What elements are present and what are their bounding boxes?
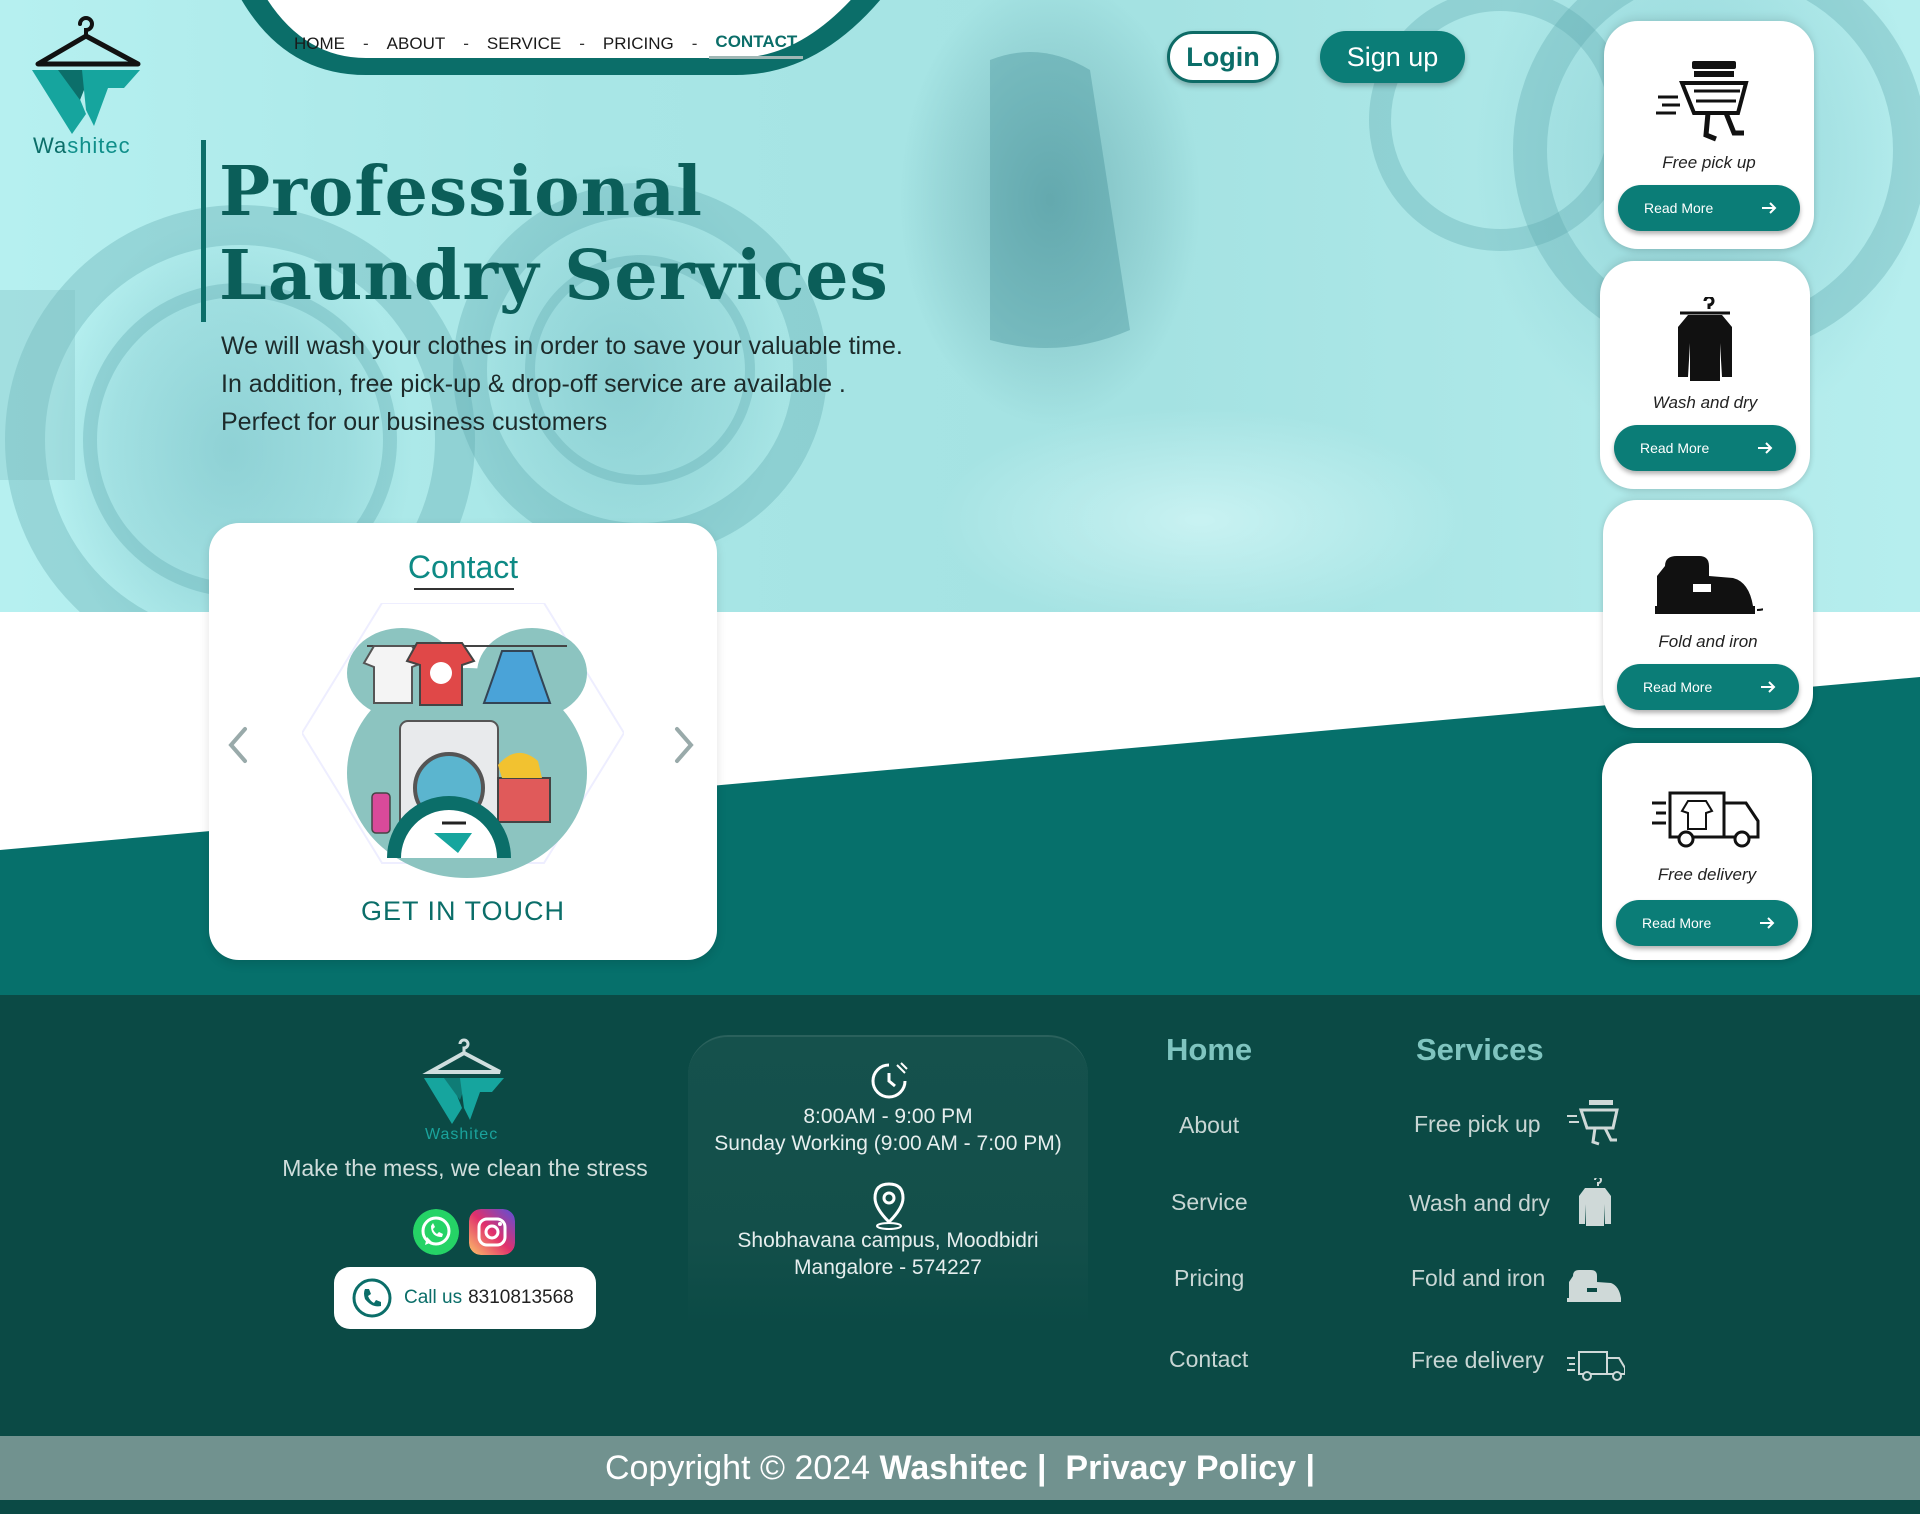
shopping-cart-runner-icon bbox=[1656, 61, 1749, 142]
nav-separator: - bbox=[579, 33, 585, 53]
location-pin-icon bbox=[873, 1182, 905, 1230]
footer-link-contact[interactable]: Contact bbox=[1169, 1346, 1248, 1373]
read-more-label: Read More bbox=[1642, 915, 1712, 931]
hours-line: Sunday Working (9:00 AM - 7:00 PM) bbox=[714, 1132, 1062, 1155]
nav-separator: - bbox=[363, 33, 369, 53]
call-us-label: Call us bbox=[404, 1287, 463, 1308]
read-more-button[interactable]: Read More bbox=[1617, 664, 1799, 710]
contact-title-underline bbox=[414, 588, 514, 590]
iron-icon bbox=[1567, 1270, 1621, 1302]
service-label: Wash and dry bbox=[1652, 393, 1758, 412]
bottom-strip bbox=[0, 1500, 1920, 1514]
call-us-number: 8310813568 bbox=[468, 1287, 574, 1308]
login-button[interactable]: Login bbox=[1167, 31, 1279, 83]
laundry-illustration bbox=[302, 603, 624, 878]
shopping-cart-runner-icon bbox=[1567, 1100, 1619, 1146]
address-line: Shobhavana campus, Moodbidri bbox=[737, 1229, 1039, 1252]
contact-card-title[interactable]: Contact bbox=[209, 549, 717, 586]
read-more-button[interactable]: Read More bbox=[1616, 900, 1798, 946]
service-card-free-delivery: Free delivery Read More bbox=[1602, 743, 1812, 960]
whatsapp-icon[interactable] bbox=[413, 1209, 459, 1255]
hero-intro-line: In addition, free pick-up & drop-off ser… bbox=[221, 370, 846, 398]
read-more-button[interactable]: Read More bbox=[1618, 185, 1800, 231]
privacy-policy-link[interactable]: Privacy Policy bbox=[1065, 1449, 1296, 1488]
phone-icon bbox=[352, 1278, 392, 1318]
copyright-bar: Copyright © 2024 Washitec | Privacy Poli… bbox=[0, 1436, 1920, 1500]
iron-icon bbox=[1655, 556, 1763, 614]
service-card-fold-iron: Fold and iron Read More bbox=[1603, 500, 1813, 728]
hero-intro-line: We will wash your clothes in order to sa… bbox=[221, 332, 903, 360]
copyright-separator: | bbox=[1037, 1448, 1047, 1487]
nav-separator: - bbox=[463, 33, 469, 53]
service-label: Free pick up bbox=[1662, 153, 1756, 172]
read-more-button[interactable]: Read More bbox=[1614, 425, 1796, 471]
hours-address-panel: 8:00AM - 9:00 PM Sunday Working (9:00 AM… bbox=[688, 1035, 1088, 1325]
delivery-truck-icon bbox=[1567, 1351, 1625, 1381]
carousel-next-arrow-icon[interactable] bbox=[669, 723, 699, 767]
main-nav: HOME - ABOUT - SERVICE - PRICING - CONTA… bbox=[288, 28, 804, 59]
headline-accent-bar bbox=[201, 140, 206, 322]
arrow-right-icon bbox=[1758, 442, 1773, 454]
service-card-free-pickup: Free pick up Read More bbox=[1604, 21, 1814, 249]
nav-pricing[interactable]: PRICING bbox=[597, 34, 680, 54]
nav-contact[interactable]: CONTACT bbox=[709, 32, 804, 59]
footer-link-service[interactable]: Service bbox=[1171, 1189, 1248, 1216]
hero-intro: We will wash your clothes in order to sa… bbox=[221, 327, 903, 441]
service-label: Free delivery bbox=[1657, 865, 1757, 884]
footer: Washitec Make the mess, we clean the str… bbox=[0, 995, 1920, 1436]
footer-service-wash-dry[interactable]: Wash and dry bbox=[1409, 1190, 1550, 1217]
hero-title-line: Laundry Services bbox=[219, 236, 889, 316]
footer-service-free-delivery[interactable]: Free delivery bbox=[1411, 1347, 1544, 1374]
footer-logo bbox=[422, 1038, 504, 1124]
footer-home-title[interactable]: Home bbox=[1166, 1032, 1252, 1068]
arrow-right-icon bbox=[1761, 681, 1776, 693]
hero-intro-line: Perfect for our business customers bbox=[221, 408, 608, 436]
hours-line: 8:00AM - 9:00 PM bbox=[803, 1105, 973, 1128]
address-line: Mangalore - 574227 bbox=[794, 1256, 982, 1279]
logo-wordmark: Washitec bbox=[33, 133, 131, 158]
footer-link-pricing[interactable]: Pricing bbox=[1174, 1265, 1244, 1292]
footer-service-free-pickup[interactable]: Free pick up bbox=[1414, 1111, 1541, 1138]
copyright-brand: Washitec bbox=[879, 1448, 1028, 1487]
read-more-label: Read More bbox=[1643, 679, 1713, 695]
shirt-on-hanger-icon bbox=[1678, 297, 1732, 381]
call-us-button[interactable]: Call us 8310813568 bbox=[334, 1267, 596, 1329]
carousel-prev-arrow-icon[interactable] bbox=[223, 723, 253, 767]
instagram-icon[interactable] bbox=[469, 1209, 515, 1255]
service-label: Fold and iron bbox=[1658, 632, 1758, 651]
nav-about[interactable]: ABOUT bbox=[381, 34, 452, 54]
signup-button[interactable]: Sign up bbox=[1320, 31, 1465, 83]
copyright-text: Copyright © 2024 bbox=[604, 1448, 871, 1487]
hero-section: Washitec HOME - ABOUT - SERVICE - PRICIN… bbox=[0, 0, 1920, 995]
nav-separator: - bbox=[691, 33, 698, 53]
footer-logo-wordmark: Washitec bbox=[425, 1126, 499, 1143]
delivery-truck-icon bbox=[1652, 791, 1760, 848]
footer-services-title: Services bbox=[1416, 1032, 1544, 1067]
nav-home[interactable]: HOME bbox=[288, 34, 351, 54]
shirt-on-hanger-icon bbox=[1579, 1178, 1611, 1226]
contact-card[interactable]: Contact GET IN TOUCH bbox=[209, 523, 717, 960]
arrow-right-icon bbox=[1760, 917, 1775, 929]
read-more-label: Read More bbox=[1640, 440, 1710, 456]
service-card-wash-dry: Wash and dry Read More bbox=[1600, 261, 1810, 489]
arrow-right-icon bbox=[1762, 202, 1777, 214]
clock-icon bbox=[871, 1062, 908, 1099]
footer-tagline: Make the mess, we clean the stress bbox=[282, 1155, 648, 1181]
nav-service[interactable]: SERVICE bbox=[481, 34, 567, 54]
footer-service-fold-iron[interactable]: Fold and iron bbox=[1411, 1265, 1545, 1292]
footer-link-about[interactable]: About bbox=[1179, 1112, 1239, 1139]
read-more-label: Read More bbox=[1644, 200, 1714, 216]
get-in-touch-label[interactable]: GET IN TOUCH bbox=[209, 896, 717, 927]
hero-title: Professional Laundry Services bbox=[219, 150, 889, 318]
hero-title-line: Professional bbox=[219, 152, 703, 232]
copyright-separator: | bbox=[1305, 1448, 1315, 1487]
